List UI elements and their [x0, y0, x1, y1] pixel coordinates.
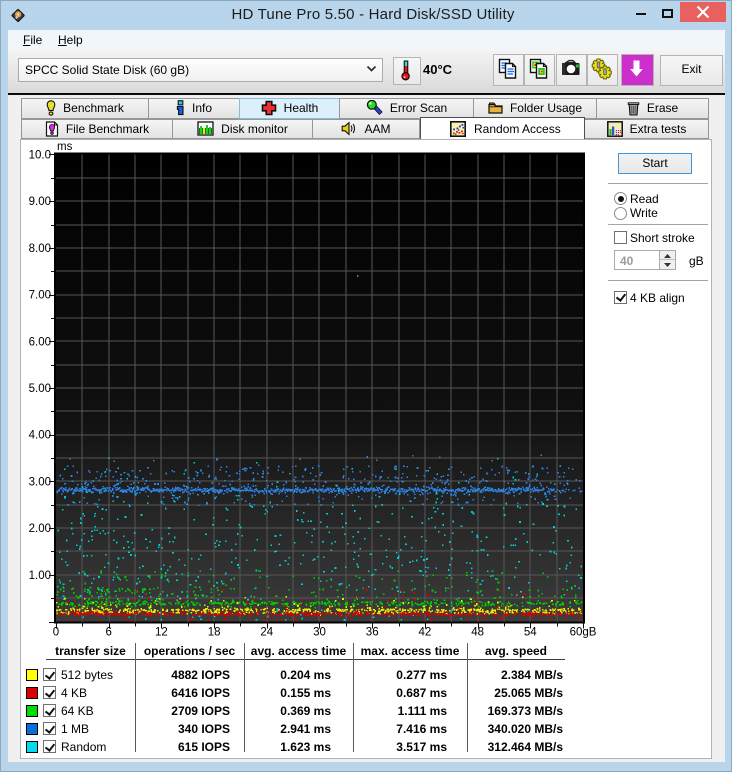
svg-text:42: 42: [419, 626, 432, 638]
svg-text:7.00: 7.00: [29, 289, 51, 301]
svg-text:30: 30: [313, 626, 326, 638]
svg-text:6.00: 6.00: [29, 336, 51, 348]
svg-text:48: 48: [471, 626, 484, 638]
svg-text:4.00: 4.00: [29, 429, 51, 441]
svg-text:3.00: 3.00: [29, 476, 51, 488]
svg-text:0: 0: [53, 626, 59, 638]
svg-text:10.0: 10.0: [29, 149, 51, 161]
svg-text:60gB: 60gB: [570, 626, 597, 638]
svg-text:1.00: 1.00: [29, 569, 51, 581]
svg-text:12: 12: [155, 626, 168, 638]
svg-text:8.00: 8.00: [29, 242, 51, 254]
svg-text:6: 6: [105, 626, 111, 638]
svg-text:9.00: 9.00: [29, 196, 51, 208]
svg-text:36: 36: [366, 626, 379, 638]
svg-text:18: 18: [208, 626, 221, 638]
svg-text:2.00: 2.00: [29, 523, 51, 535]
svg-text:24: 24: [260, 626, 273, 638]
svg-text:54: 54: [524, 626, 537, 638]
svg-text:ms: ms: [57, 141, 73, 153]
svg-text:5.00: 5.00: [29, 383, 51, 395]
